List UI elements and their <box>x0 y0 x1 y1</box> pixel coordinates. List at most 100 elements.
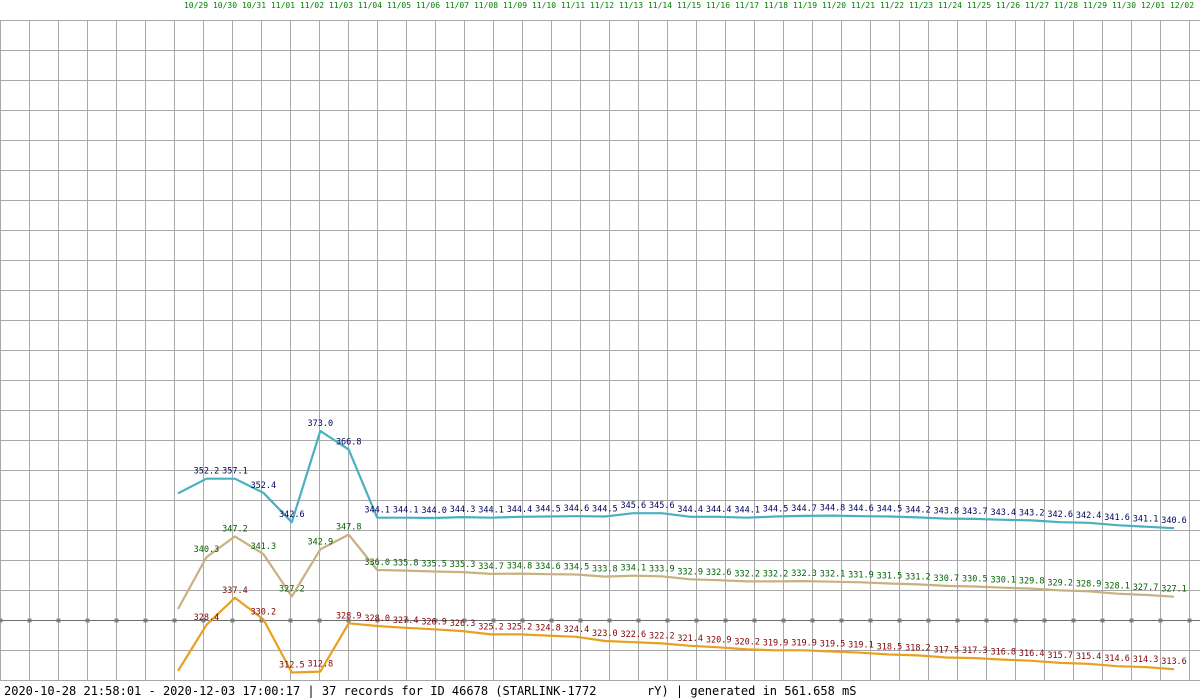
perigee-data-label: 327.4 <box>393 616 419 626</box>
mean-data-label: 347.8 <box>336 523 362 533</box>
mean-data-label: 331.5 <box>877 572 903 582</box>
x-tick-label: 11/12 <box>590 1 614 10</box>
apogee-data-label: 344.1 <box>478 506 504 516</box>
x-tick-label: 11/27 <box>1025 1 1049 10</box>
x-tick-label: 11/15 <box>677 1 701 10</box>
x-tick-label: 11/11 <box>561 1 585 10</box>
mean-data-label: 334.1 <box>621 564 647 574</box>
perigee-data-label: 325.2 <box>478 622 504 632</box>
perigee-data-label: 326.3 <box>450 619 476 629</box>
x-tick-label: 11/09 <box>503 1 527 10</box>
apogee-data-label: 343.7 <box>962 507 988 517</box>
perigee-data-label: 320.2 <box>734 637 760 647</box>
x-tick-label: 12/01 <box>1141 1 1165 10</box>
orbit-altitude-chart: 10/29 10/30 10/31 11/01 11/02 11/03 11/04 11/05… <box>0 1 1200 681</box>
x-tick-label: 11/17 <box>735 1 759 10</box>
series-lines <box>177 429 1175 674</box>
apogee-data-label: 373.0 <box>307 419 333 429</box>
apogee-data-label: 343.2 <box>1019 508 1045 518</box>
x-tick-label: 11/22 <box>880 1 904 10</box>
mean-data-label: 342.9 <box>307 537 333 547</box>
mean-data-label: 329.2 <box>1047 578 1073 588</box>
perigee-data-label: 321.4 <box>677 634 703 644</box>
x-tick-label: 11/04 <box>358 1 382 10</box>
x-tick-label: 11/25 <box>967 1 991 10</box>
perigee-data-label: 318.5 <box>877 643 903 653</box>
perigee-data-label: 315.7 <box>1047 651 1073 661</box>
x-tick-label: 11/08 <box>474 1 498 10</box>
x-tick-label: 11/24 <box>938 1 962 10</box>
mean-data-label: 332.6 <box>706 568 732 578</box>
apogee-data-label: 352.2 <box>194 467 220 477</box>
apogee-data-label: 344.1 <box>734 506 760 516</box>
x-tick-label: 10/29 <box>184 1 208 10</box>
perigee-data-label: 317.3 <box>962 646 988 656</box>
perigee-data-label: 326.9 <box>421 617 447 627</box>
mean-data-label: 333.9 <box>649 564 675 574</box>
perigee-data-label: 314.6 <box>1104 654 1130 664</box>
x-tick-label: 11/30 <box>1112 1 1136 10</box>
perigee-data-label: 313.6 <box>1161 657 1187 667</box>
apogee-data-label: 344.6 <box>848 504 874 514</box>
mean-data-label: 331.2 <box>905 572 931 582</box>
perigee-data-label: 324.4 <box>564 625 590 635</box>
perigee-data-label: 328.4 <box>194 613 220 623</box>
x-tick-label: 11/28 <box>1054 1 1078 10</box>
apogee-data-label: 344.0 <box>421 506 447 516</box>
apogee-data-label: 344.2 <box>905 505 931 515</box>
apogee-data-label: 352.4 <box>251 481 277 491</box>
mean-data-label: 334.8 <box>507 562 533 572</box>
apogee-data-label: 344.7 <box>791 504 817 514</box>
mean-data-label: 327.1 <box>1161 585 1187 595</box>
x-tick-label: 11/13 <box>619 1 643 10</box>
apogee-data-label: 344.1 <box>364 506 390 516</box>
apogee-data-label: 345.6 <box>649 501 675 511</box>
x-tick-label: 11/29 <box>1083 1 1107 10</box>
x-tick-label: 11/18 <box>764 1 788 10</box>
mean-data-label: 327.2 <box>279 584 305 594</box>
perigee-data-label: 330.2 <box>251 607 277 617</box>
perigee-data-label: 328.0 <box>364 614 390 624</box>
apogee-data-label: 344.4 <box>706 505 732 515</box>
perigee-data-label: 315.4 <box>1076 652 1102 662</box>
mean-data-label: 335.3 <box>450 560 476 570</box>
apogee-data-label: 341.1 <box>1133 515 1159 525</box>
apogee-data-label: 344.5 <box>877 505 903 515</box>
apogee-data-label: 344.1 <box>393 506 419 516</box>
mean-data-label: 332.2 <box>734 569 760 579</box>
perigee-data-label: 312.8 <box>307 660 333 670</box>
x-tick-label: 11/06 <box>416 1 440 10</box>
x-tick-label: 11/03 <box>329 1 353 10</box>
mean-data-label: 332.3 <box>791 569 817 579</box>
perigee-data-label: 316.4 <box>1019 649 1045 659</box>
apogee-data-label: 344.4 <box>677 505 703 515</box>
x-tick-label: 12/02 <box>1170 1 1194 10</box>
mean-data-label: 330.7 <box>934 574 960 584</box>
perigee-data-label: 319.5 <box>820 640 846 650</box>
perigee-data-label: 324.8 <box>535 624 561 634</box>
x-tick-label: 11/21 <box>851 1 875 10</box>
x-tick-label: 11/20 <box>822 1 846 10</box>
apogee-data-label: 342.6 <box>1047 510 1073 520</box>
mean-data-label: 340.3 <box>194 545 220 555</box>
perigee-data-label: 337.4 <box>222 586 248 596</box>
mean-data-label: 334.7 <box>478 562 504 572</box>
apogee-data-label: 342.4 <box>1076 511 1102 521</box>
mean-data-label: 332.9 <box>677 567 703 577</box>
mean-data-label: 332.1 <box>820 570 846 580</box>
mean-data-label: 333.8 <box>592 565 618 575</box>
apogee-data-label: 344.5 <box>592 505 618 515</box>
x-tick-label: 11/01 <box>271 1 295 10</box>
x-tick-label: 11/07 <box>445 1 469 10</box>
x-axis-tick-labels: 10/29 10/30 10/31 11/01 11/02 11/03 11/04 11/05… <box>184 1 1194 10</box>
x-tick-label: 11/16 <box>706 1 730 10</box>
apogee-data-label: 342.6 <box>279 510 305 520</box>
mean-data-label: 335.8 <box>393 559 419 569</box>
x-tick-label: 11/23 <box>909 1 933 10</box>
apogee-data-label: 343.4 <box>990 508 1016 518</box>
status-footer: 2020-10-28 21:58:01 - 2020-12-03 17:00:1… <box>4 684 857 698</box>
x-tick-label: 11/02 <box>300 1 324 10</box>
perigee-data-label: 317.5 <box>934 646 960 656</box>
perigee-data-label: 323.0 <box>592 629 618 639</box>
apogee-data-label: 366.8 <box>336 438 362 448</box>
